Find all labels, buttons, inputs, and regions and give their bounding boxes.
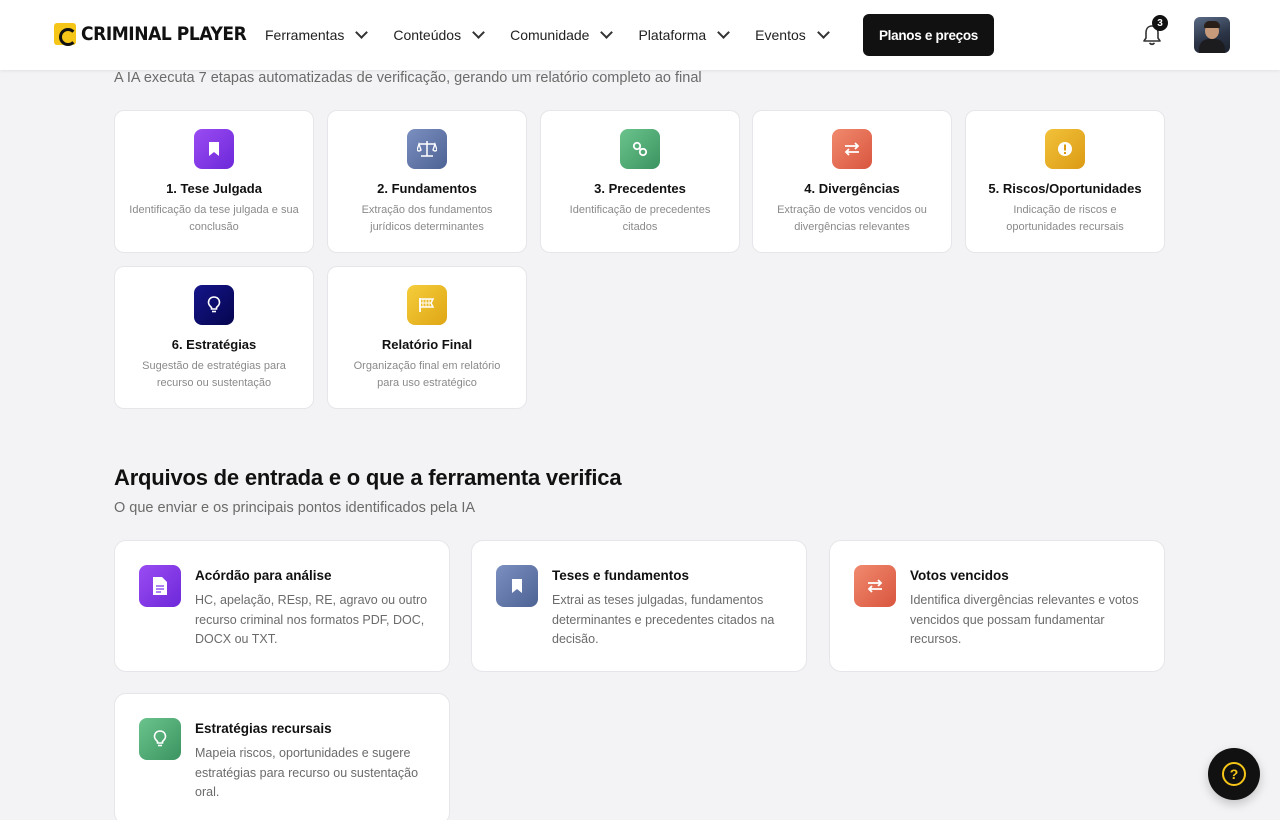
nav-item-comunidade[interactable]: Comunidade bbox=[510, 26, 614, 43]
step-title: 5. Riscos/Oportunidades bbox=[988, 181, 1142, 196]
step-title: 1. Tese Julgada bbox=[166, 181, 262, 196]
steps-intro: A IA executa 7 etapas automatizadas de v… bbox=[114, 70, 702, 86]
feature-card-acordao[interactable]: Acórdão para análise HC, apelação, REsp,… bbox=[114, 540, 450, 672]
plans-pricing-button[interactable]: Planos e preços bbox=[863, 14, 994, 56]
step-card-fundamentos[interactable]: 2. Fundamentos Extração dos fundamentos … bbox=[327, 110, 527, 253]
document-icon bbox=[139, 565, 181, 607]
chevron-down-icon bbox=[816, 26, 830, 39]
alert-icon bbox=[1045, 129, 1085, 169]
section-title: Arquivos de entrada e o que a ferramenta… bbox=[114, 465, 622, 490]
notification-badge: 3 bbox=[1152, 15, 1168, 31]
help-button[interactable]: ? bbox=[1208, 748, 1260, 800]
step-card-estrategias[interactable]: 6. Estratégias Sugestão de estratégias p… bbox=[114, 266, 314, 409]
swap-icon bbox=[854, 565, 896, 607]
feature-title: Teses e fundamentos bbox=[552, 568, 690, 583]
feature-desc: HC, apelação, REsp, RE, agravo ou outro … bbox=[195, 593, 428, 646]
nav-item-ferramentas[interactable]: Ferramentas bbox=[265, 26, 369, 43]
lightbulb-icon bbox=[194, 285, 234, 325]
logo[interactable]: CRIMINAL PLAYER bbox=[54, 23, 265, 46]
avatar[interactable] bbox=[1194, 17, 1230, 53]
nav-item-eventos[interactable]: Eventos bbox=[755, 26, 830, 43]
chevron-down-icon bbox=[355, 26, 369, 39]
feature-title: Estratégias recursais bbox=[195, 721, 332, 736]
nav-label: Conteúdos bbox=[393, 27, 462, 43]
nav-label: Eventos bbox=[755, 27, 806, 43]
feature-card-votos[interactable]: Votos vencidos Identifica divergências r… bbox=[829, 540, 1165, 672]
nav-label: Plataforma bbox=[638, 27, 707, 43]
feature-desc: Extrai as teses julgadas, fundamentos de… bbox=[552, 593, 775, 646]
feature-desc: Identifica divergências relevantes e vot… bbox=[910, 593, 1139, 646]
main-nav: Ferramentas Conteúdos Comunidade Platafo… bbox=[265, 0, 855, 70]
chevron-down-icon bbox=[717, 26, 731, 39]
step-card-precedentes[interactable]: 3. Precedentes Identificação de preceden… bbox=[540, 110, 740, 253]
step-card-relatorio-final[interactable]: Relatório Final Organização final em rel… bbox=[327, 266, 527, 409]
step-desc: Identificação de precedentes citados bbox=[569, 204, 711, 233]
chevron-down-icon bbox=[472, 26, 485, 39]
swap-icon bbox=[832, 129, 872, 169]
scale-icon bbox=[407, 129, 447, 169]
feature-title: Acórdão para análise bbox=[195, 568, 332, 583]
step-desc: Extração de votos vencidos ou divergênci… bbox=[777, 204, 927, 233]
feature-card-estrategias[interactable]: Estratégias recursais Mapeia riscos, opo… bbox=[114, 693, 450, 820]
step-title: 6. Estratégias bbox=[171, 337, 257, 352]
link-icon bbox=[620, 129, 660, 169]
feature-card-teses[interactable]: Teses e fundamentos Extrai as teses julg… bbox=[471, 540, 807, 672]
logo-text: CRIMINAL PLAYER bbox=[81, 23, 247, 45]
step-title: 3. Precedentes bbox=[594, 181, 686, 196]
logo-mark-icon bbox=[54, 23, 77, 46]
step-desc: Organização final em relatório para uso … bbox=[353, 360, 501, 389]
nav-item-plataforma[interactable]: Plataforma bbox=[638, 26, 731, 43]
flag-icon bbox=[407, 285, 447, 325]
step-card-riscos[interactable]: 5. Riscos/Oportunidades Indicação de ris… bbox=[965, 110, 1165, 253]
question-icon: ? bbox=[1222, 762, 1246, 786]
bookmark-icon bbox=[496, 565, 538, 607]
step-desc: Indicação de riscos e oportunidades recu… bbox=[1006, 204, 1124, 233]
chevron-down-icon bbox=[600, 26, 614, 39]
nav-item-conteudos[interactable]: Conteúdos bbox=[393, 26, 485, 43]
top-navbar: CRIMINAL PLAYER Ferramentas Conteúdos Co… bbox=[0, 0, 1280, 70]
feature-title: Votos vencidos bbox=[910, 568, 1009, 583]
step-desc: Sugestão de estratégias para recurso ou … bbox=[142, 360, 286, 389]
step-title: 2. Fundamentos bbox=[377, 181, 477, 196]
step-desc: Extração dos fundamentos jurídicos deter… bbox=[361, 204, 493, 233]
step-title: 4. Divergências bbox=[804, 181, 900, 196]
step-title: Relatório Final bbox=[381, 337, 473, 352]
nav-label: Ferramentas bbox=[265, 27, 345, 43]
step-card-tese-julgada[interactable]: 1. Tese Julgada Identificação da tese ju… bbox=[114, 110, 314, 253]
step-card-divergencias[interactable]: 4. Divergências Extração de votos vencid… bbox=[752, 110, 952, 253]
bookmark-icon bbox=[194, 129, 234, 169]
step-desc: Identificação da tese julgada e sua conc… bbox=[129, 204, 299, 233]
section-subtitle: O que enviar e os principais pontos iden… bbox=[114, 500, 476, 516]
lightbulb-icon bbox=[139, 718, 181, 760]
feature-desc: Mapeia riscos, oportunidades e sugere es… bbox=[195, 746, 419, 799]
nav-label: Comunidade bbox=[510, 27, 590, 43]
